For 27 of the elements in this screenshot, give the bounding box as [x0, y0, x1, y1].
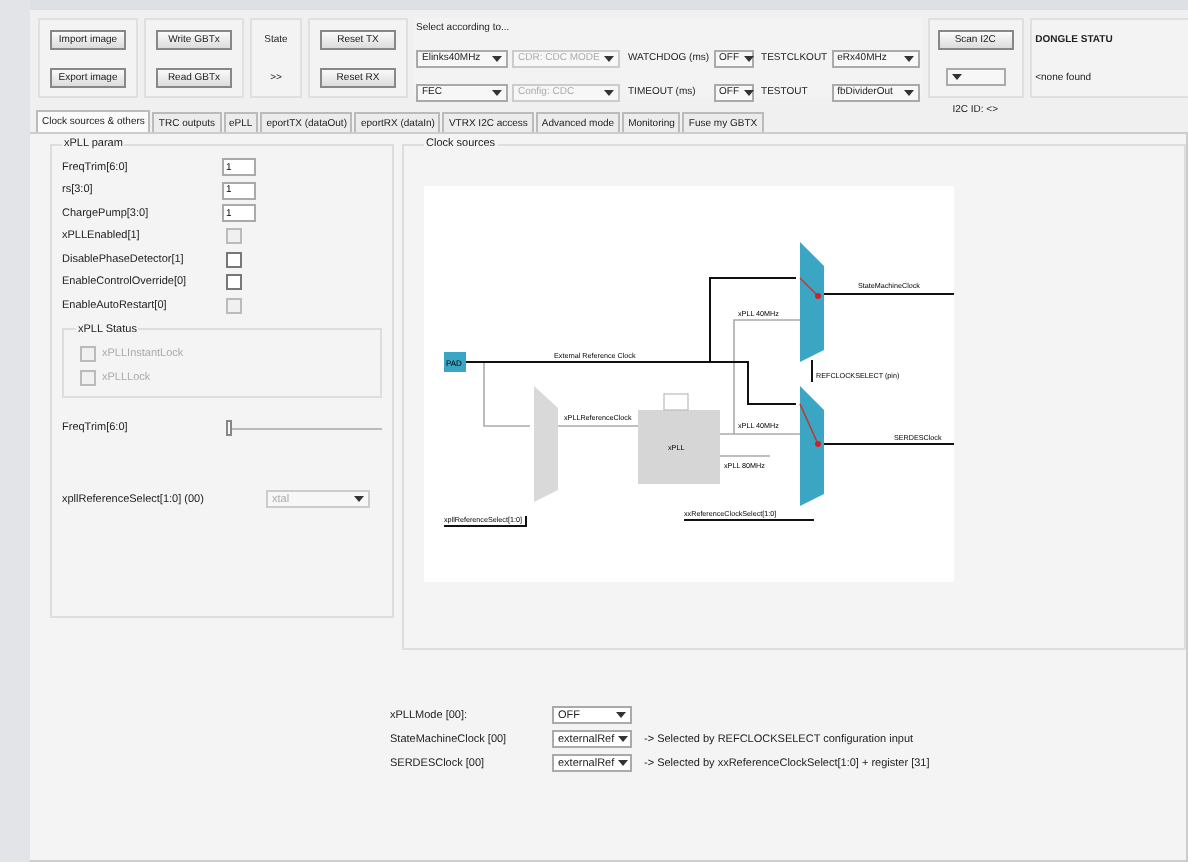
caret-icon: [903, 89, 914, 95]
caret-icon: [903, 55, 914, 61]
feedback-loop: [663, 393, 689, 411]
multiplexer: [800, 242, 824, 362]
checkbox[interactable]: [226, 274, 242, 291]
caret-icon: [951, 74, 962, 81]
slider-thumb[interactable]: [226, 419, 232, 436]
caret-icon: [618, 760, 629, 766]
caret-icon: [492, 55, 502, 61]
caret-icon: [354, 496, 364, 503]
multiplexer: [800, 386, 824, 506]
pad-block: [444, 352, 466, 372]
selection-dot: [815, 441, 821, 447]
selection-dot: [815, 293, 821, 299]
caret-icon: [616, 712, 626, 718]
caret-icon: [743, 55, 754, 61]
caret-icon: [604, 89, 614, 95]
checkbox[interactable]: [80, 345, 96, 361]
pll-block: [638, 410, 720, 484]
dropdown[interactable]: [945, 68, 1006, 87]
checkbox[interactable]: [226, 251, 242, 268]
multiplexer: [534, 386, 558, 502]
caret-icon: [492, 89, 502, 95]
caret-icon: [604, 55, 614, 61]
checkbox[interactable]: [80, 369, 96, 385]
caret-icon: [618, 736, 629, 742]
caret-icon: [743, 89, 754, 95]
